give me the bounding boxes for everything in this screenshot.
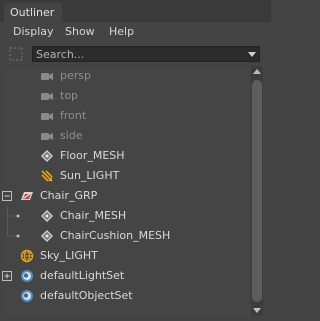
tree-item-chaircushion-mesh[interactable]: ChairCushion_MESH <box>6 226 250 246</box>
mesh-icon <box>41 210 53 222</box>
camera-icon <box>41 113 53 120</box>
tree-item-defaultobjectset[interactable]: defaultObjectSet <box>6 286 250 306</box>
expand-icon[interactable] <box>2 271 12 281</box>
scroll-down-icon[interactable] <box>253 308 261 313</box>
search-box[interactable] <box>32 46 260 62</box>
tree-item-label: Sun_LIGHT <box>60 169 120 182</box>
tree-item-defaultlightset[interactable]: defaultLightSet <box>2 266 250 286</box>
scroll-up-icon[interactable] <box>253 69 261 74</box>
camera-icon <box>41 73 53 80</box>
tree-item-persp[interactable]: persp <box>6 66 250 86</box>
menu-bar: Display Show Help <box>0 22 271 42</box>
tree-item-label: ChairCushion_MESH <box>60 229 171 242</box>
search-dropdown-icon[interactable] <box>248 52 256 57</box>
mesh-icon <box>41 230 53 242</box>
tree-item-front[interactable]: front <box>6 106 250 126</box>
tab-bar: Outliner <box>0 0 271 22</box>
tree-item-label: persp <box>60 69 91 82</box>
tree-item-label: Sky_LIGHT <box>40 249 98 262</box>
tree-item-sky-light[interactable]: Sky_LIGHT <box>6 246 250 266</box>
tree-item-floor-mesh[interactable]: Floor_MESH <box>6 146 250 166</box>
tree-item-chair-grp[interactable]: Chair_GRP <box>2 186 250 206</box>
tree-item-label: side <box>60 129 83 142</box>
camera-icon <box>41 93 53 100</box>
tree-item-top[interactable]: top <box>6 86 250 106</box>
tree-item-side[interactable]: side <box>6 126 250 146</box>
camera-icon <box>41 133 53 140</box>
menu-display[interactable]: Display <box>13 25 54 39</box>
drag-handle-icon[interactable] <box>9 47 23 61</box>
collapse-icon[interactable] <box>2 191 12 201</box>
tree-item-chair-mesh[interactable]: Chair_MESH <box>6 206 250 226</box>
tree-item-label: top <box>60 89 79 102</box>
directional-light-icon <box>41 170 53 182</box>
menu-show[interactable]: Show <box>65 25 95 39</box>
skydome-light-icon <box>20 249 34 263</box>
tree-item-label: Floor_MESH <box>60 149 125 162</box>
set-icon <box>21 290 33 302</box>
tree-item-sun-light[interactable]: Sun_LIGHT <box>6 166 250 186</box>
tree-item-label: front <box>60 109 87 122</box>
set-icon <box>21 270 33 282</box>
tree-item-label: defaultObjectSet <box>40 289 133 302</box>
tree-item-label: defaultLightSet <box>40 269 125 282</box>
group-icon <box>21 192 33 200</box>
search-input[interactable] <box>36 47 236 61</box>
outliner-tree: persp top front side Floor_MESH Sun_LIGH… <box>2 66 250 316</box>
tree-item-label: Chair_GRP <box>40 189 98 202</box>
menu-help[interactable]: Help <box>109 25 134 39</box>
search-row <box>0 44 271 66</box>
tree-item-label: Chair_MESH <box>60 209 127 222</box>
scrollbar-thumb[interactable] <box>252 80 262 302</box>
vertical-scrollbar[interactable] <box>251 66 263 316</box>
tab-outliner[interactable]: Outliner <box>4 3 62 22</box>
mesh-icon <box>41 150 53 162</box>
